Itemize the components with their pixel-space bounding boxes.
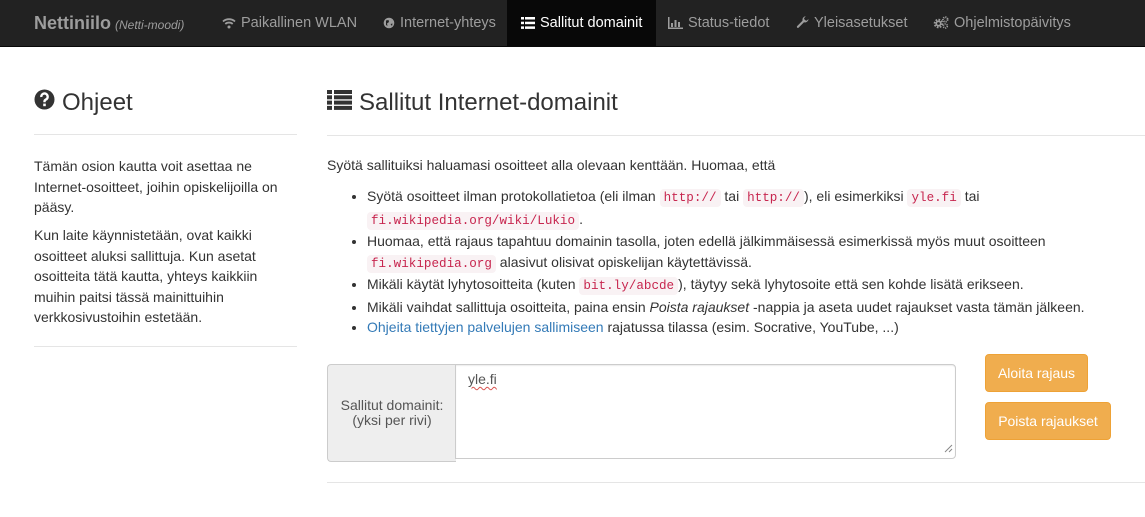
rules-list: Syötä osoitteet ilman protokollatietoa (… bbox=[327, 186, 1145, 338]
code-snippet: bit.ly/abcde bbox=[579, 277, 679, 295]
help-paragraph: Kun laite käynnistetään, ovat kaikki oso… bbox=[34, 227, 258, 325]
rule-text: rajatussa tilassa (esim. Socrative, YouT… bbox=[603, 319, 899, 335]
list-item: Syötä osoitteet ilman protokollatietoa (… bbox=[367, 186, 1145, 231]
domains-input-label: Sallitut domainit: (yksi per rivi) bbox=[327, 364, 456, 462]
rule-text: Mikäli vaihdat sallittuja osoitteita, pa… bbox=[367, 298, 650, 315]
nav-item-wlan[interactable]: Paikallinen WLAN bbox=[208, 0, 371, 46]
rule-text: tai bbox=[720, 188, 744, 204]
cogs-icon bbox=[933, 16, 949, 29]
help-title-text: Ohjeet bbox=[62, 89, 133, 116]
nav-item-label: Paikallinen WLAN bbox=[241, 15, 358, 31]
nav-item-label: Yleisasetukset bbox=[814, 15, 908, 31]
domains-textarea[interactable]: yle.fi bbox=[455, 364, 956, 459]
list-item: Ohjeita tiettyjen palvelujen sallimiseen… bbox=[367, 317, 1145, 338]
rule-text: Syötä osoitteet ilman protokollatietoa (… bbox=[367, 188, 660, 204]
question-circle-icon bbox=[34, 89, 55, 117]
help-title: Ohjeet bbox=[34, 89, 133, 117]
top-navbar: Nettiniilo (Netti-moodi) Paikallinen WLAN… bbox=[0, 0, 1145, 47]
brand-subtitle: (Netti-moodi) bbox=[115, 18, 185, 32]
wrench-icon bbox=[796, 16, 809, 29]
globe-icon bbox=[383, 17, 395, 29]
rule-text: Mikäli käytät lyhytosoitteita (kuten bbox=[367, 276, 580, 292]
nav-item-label: Internet-yhteys bbox=[400, 15, 496, 31]
divider bbox=[34, 134, 297, 135]
start-restriction-button[interactable]: Aloita rajaus bbox=[985, 354, 1088, 392]
emphasis: Poista rajaukset bbox=[649, 298, 750, 315]
label-line: (yksi per rivi) bbox=[352, 412, 432, 428]
nav-item-label: Status-tiedot bbox=[688, 15, 770, 31]
page-title-text: Sallitut Internet-domainit bbox=[359, 89, 618, 116]
nav-item-status[interactable]: Status-tiedot bbox=[654, 0, 783, 46]
rule-text: ), eli esimerkiksi bbox=[803, 188, 908, 204]
rule-text: ), täytyy sekä lyhytosoite että sen kohd… bbox=[678, 276, 1024, 292]
rule-text: Huomaa, että rajaus tapahtuu domainin ta… bbox=[367, 233, 1046, 249]
help-paragraph: Tämän osion kautta voit asettaa ne Inter… bbox=[34, 158, 278, 215]
nav-item-general-settings[interactable]: Yleisasetukset bbox=[782, 0, 922, 46]
wifi-icon bbox=[222, 17, 236, 29]
code-snippet: http:// bbox=[659, 189, 721, 207]
nav-item-internet[interactable]: Internet-yhteys bbox=[369, 0, 510, 46]
divider bbox=[327, 482, 1145, 483]
list-icon bbox=[327, 89, 352, 117]
divider bbox=[34, 346, 297, 347]
rule-text: tai bbox=[960, 188, 980, 204]
brand-title: Nettiniilo bbox=[34, 13, 111, 33]
clear-restrictions-button[interactable]: Poista rajaukset bbox=[985, 402, 1111, 440]
list-icon bbox=[521, 17, 535, 29]
bar-chart-icon bbox=[668, 17, 683, 29]
nav-item-label: Sallitut domainit bbox=[540, 15, 643, 31]
list-item: Mikäli käytät lyhytosoitteita (kuten bit… bbox=[367, 274, 1145, 297]
code-snippet: yle.fi bbox=[907, 189, 961, 207]
intro-text: Syötä sallituiksi haluamasi osoitteet al… bbox=[327, 157, 776, 173]
nav-item-software-update[interactable]: Ohjelmistopäivitys bbox=[919, 0, 1085, 46]
services-help-link[interactable]: Ohjeita tiettyjen palvelujen sallimiseen bbox=[367, 319, 604, 335]
rule-text: -nappia ja aseta uudet rajaukset vasta t… bbox=[749, 298, 1085, 315]
list-item: Huomaa, että rajaus tapahtuu domainin ta… bbox=[367, 231, 1145, 274]
list-item: Mikäli vaihdat sallittuja osoitteita, pa… bbox=[367, 297, 1145, 318]
label-line: Sallitut domainit: bbox=[340, 397, 444, 413]
code-snippet: http:// bbox=[743, 189, 804, 207]
nav-item-label: Ohjelmistopäivitys bbox=[954, 15, 1071, 31]
brand[interactable]: Nettiniilo (Netti-moodi) bbox=[34, 13, 184, 34]
page-title: Sallitut Internet-domainit bbox=[327, 89, 618, 117]
code-snippet: fi.wikipedia.org/wiki/Lukio bbox=[367, 211, 580, 230]
domains-textarea-value: yle.fi bbox=[468, 371, 497, 387]
code-snippet: fi.wikipedia.org bbox=[367, 254, 496, 273]
divider bbox=[327, 135, 1145, 136]
rule-text: . bbox=[579, 210, 583, 227]
nav-item-allowed-domains[interactable]: Sallitut domainit bbox=[507, 0, 657, 46]
rule-text: alasivut olisivat opiskelijan käytettävi… bbox=[495, 253, 752, 270]
resize-grip-icon[interactable] bbox=[944, 440, 953, 456]
